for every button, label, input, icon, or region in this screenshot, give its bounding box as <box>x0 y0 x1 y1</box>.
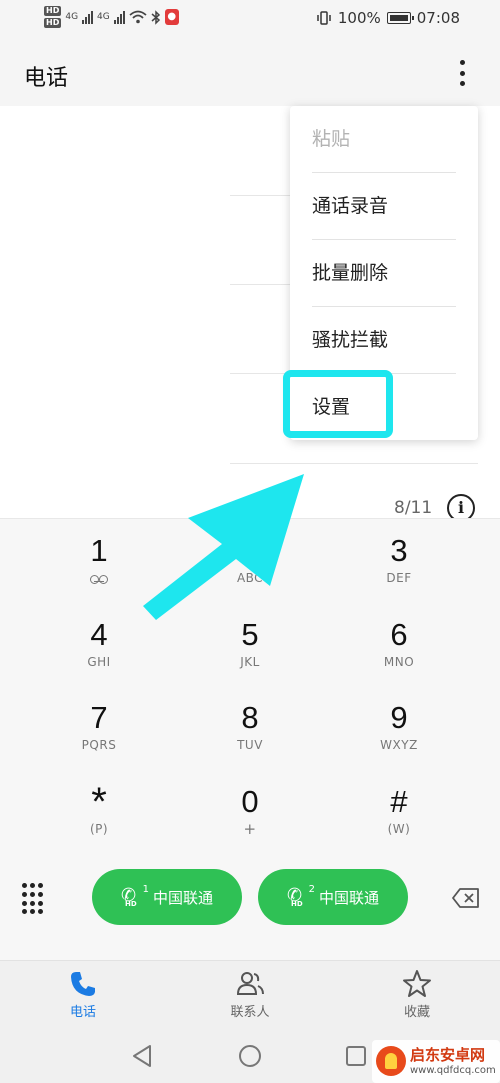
dialpad-actions: ✆ 1 HD 中国联通 ✆ 2 HD 中国联通 <box>0 867 500 931</box>
tab-label: 收藏 <box>403 1005 430 1020</box>
hd-label: HD <box>290 900 303 908</box>
watermark-logo-icon <box>376 1046 406 1076</box>
key-digit: 3 <box>390 533 408 568</box>
key-digit: # <box>390 784 408 819</box>
key-letters: + <box>243 820 257 838</box>
dial-key-6[interactable]: 6 MNO <box>319 603 479 687</box>
carrier-label: 中国联通 <box>152 888 213 907</box>
hd-badge: HD <box>44 6 62 16</box>
key-letters: (P) <box>89 822 109 836</box>
call-button-sim2[interactable]: ✆ 2 HD 中国联通 <box>258 869 408 925</box>
key-letters: JKL <box>240 655 260 669</box>
hd-indicators: HD HD <box>44 6 62 28</box>
sim-number: 2 <box>308 884 315 895</box>
status-left: HD HD 4G 4G ● <box>44 6 179 28</box>
key-digit: 8 <box>241 700 259 735</box>
key-letters: TUV <box>237 738 263 752</box>
network-type: 4G <box>65 12 79 22</box>
key-digit: 2 <box>241 533 259 568</box>
keypad-toggle-icon[interactable] <box>22 883 46 915</box>
key-letters: PQRS <box>81 738 117 752</box>
app-bar: 电话 <box>0 40 500 106</box>
dial-key-star[interactable]: * (P) <box>19 770 179 854</box>
bottom-navigation: 电话 联系人 收藏 <box>0 960 500 1032</box>
phone-icon <box>71 972 95 996</box>
wifi-icon <box>129 10 147 24</box>
divider <box>230 463 478 464</box>
phone-icon: ✆ 1 HD <box>121 884 149 909</box>
battery-icon <box>386 12 414 24</box>
sim-number: 1 <box>142 884 149 895</box>
tab-label: 电话 <box>69 1005 96 1020</box>
key-letters: DEF <box>386 571 412 585</box>
more-options-icon[interactable] <box>450 58 474 88</box>
contacts-icon <box>236 972 264 995</box>
tab-favorites[interactable]: 收藏 <box>367 969 467 1029</box>
key-digit: * <box>91 780 107 824</box>
watermark-name: 启东安卓网 <box>410 1046 486 1064</box>
signal-bars-icon <box>82 10 94 24</box>
key-letters: GHI <box>87 655 111 669</box>
settings-highlight-box <box>283 370 393 438</box>
dial-key-0[interactable]: 0 + <box>170 770 330 854</box>
key-letters: WXYZ <box>380 738 418 752</box>
menu-item-call-recording[interactable]: 通话录音 <box>312 173 456 240</box>
key-letters: ABC <box>236 571 264 585</box>
bluetooth-icon <box>151 9 160 25</box>
key-letters: MNO <box>383 655 415 669</box>
dial-key-4[interactable]: 4 GHI <box>19 603 179 687</box>
back-icon[interactable] <box>131 1044 153 1068</box>
vibrate-icon <box>317 11 331 25</box>
dial-key-9[interactable]: 9 WXYZ <box>319 686 479 770</box>
battery-percent: 100% <box>337 9 381 27</box>
home-icon[interactable] <box>238 1044 262 1068</box>
voicemail-icon <box>19 571 179 585</box>
tab-contacts[interactable]: 联系人 <box>200 969 300 1029</box>
call-count: 8/11 <box>394 498 433 518</box>
signal-bars-icon <box>113 10 125 24</box>
dial-key-2[interactable]: 2 ABC <box>170 519 330 603</box>
key-digit: 0 <box>241 784 259 819</box>
key-digit: 9 <box>390 700 408 735</box>
carrier-label: 中国联通 <box>318 888 379 907</box>
watermark-url: www.qdfdcq.com <box>410 1065 496 1076</box>
page-title: 电话 <box>24 66 69 91</box>
dial-key-1[interactable]: 1 <box>19 519 179 603</box>
microphone-icon: ● <box>164 9 179 25</box>
backspace-icon[interactable] <box>452 888 480 908</box>
clock: 07:08 <box>416 9 460 27</box>
menu-item-harassment-block[interactable]: 骚扰拦截 <box>312 307 456 374</box>
menu-item-batch-delete[interactable]: 批量删除 <box>312 240 456 307</box>
key-digit: 4 <box>90 617 108 652</box>
tab-phone[interactable]: 电话 <box>33 969 133 1029</box>
dial-key-3[interactable]: 3 DEF <box>319 519 479 603</box>
dial-key-8[interactable]: 8 TUV <box>170 686 330 770</box>
call-button-sim1[interactable]: ✆ 1 HD 中国联通 <box>92 869 242 925</box>
status-bar: HD HD 4G 4G ● 100% 07:08 <box>0 0 500 40</box>
dial-key-5[interactable]: 5 JKL <box>170 603 330 687</box>
key-digit: 6 <box>390 617 408 652</box>
dialpad: 1 2 ABC 3 DEF 4 GHI 5 JKL 6 MNO 7 PQRS 8… <box>0 518 500 960</box>
tab-label: 联系人 <box>230 1005 270 1020</box>
key-letters: (W) <box>387 822 411 836</box>
star-icon <box>403 970 431 997</box>
recents-icon[interactable] <box>345 1045 367 1067</box>
menu-item-paste: 粘贴 <box>312 106 456 173</box>
hd-badge: HD <box>44 18 62 28</box>
phone-icon: ✆ 2 HD <box>287 884 315 909</box>
dial-key-7[interactable]: 7 PQRS <box>19 686 179 770</box>
key-digit: 7 <box>90 700 108 735</box>
dial-key-hash[interactable]: # (W) <box>319 770 479 854</box>
status-right: 100% 07:08 <box>316 9 460 27</box>
hd-label: HD <box>124 900 137 908</box>
key-digit: 1 <box>90 533 108 568</box>
network-type: 4G <box>97 12 110 22</box>
site-watermark: 启东安卓网 www.qdfdcq.com <box>372 1040 500 1083</box>
key-digit: 5 <box>241 617 259 652</box>
